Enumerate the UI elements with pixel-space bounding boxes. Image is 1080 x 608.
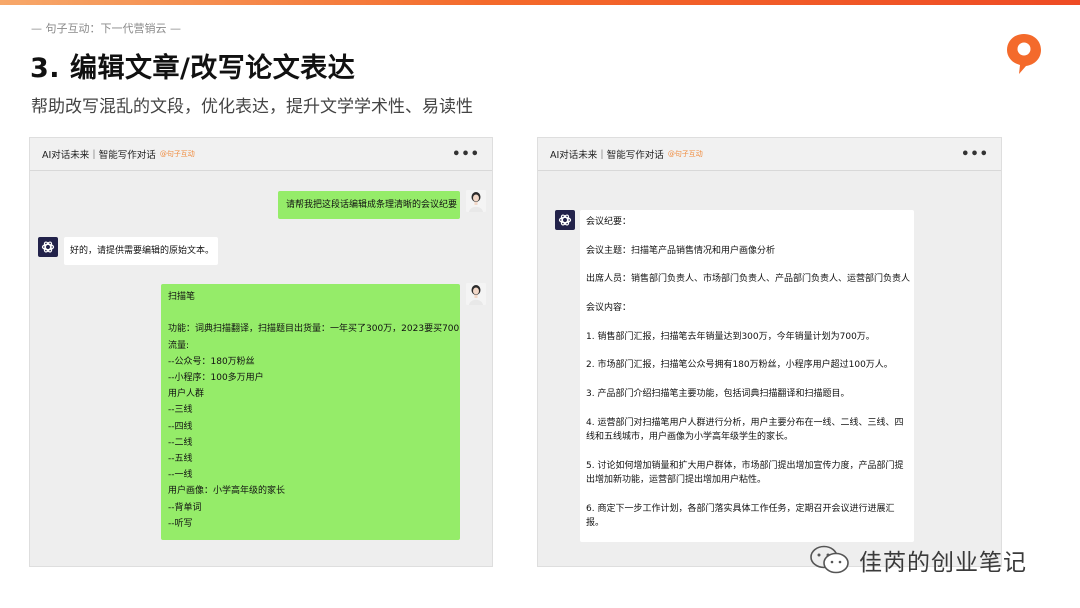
message-line: 用户画像：小学高年级的家长	[168, 486, 286, 497]
message-line: 用户人群	[168, 389, 205, 400]
page-title: 3. 编辑文章/改写论文表达	[30, 53, 356, 84]
chat-brand-label: @句子互动	[159, 150, 195, 158]
chat-panel-left: AI对话未来｜智能写作对话 @句子互动 ••• 请帮我把这段话编辑成条理清晰的会…	[29, 137, 493, 567]
message-text: 请帮我把这段话编辑成条理清晰的会议纪要	[286, 200, 458, 210]
message-line: 功能：词典扫描翻译，扫描题目出货量：一年买了300万，2023要买700	[168, 324, 460, 335]
message-line: 3. 产品部门介绍扫描笔主要功能，包括词典扫描翻译和扫描题目。	[586, 389, 850, 400]
more-dots-icon[interactable]: •••	[961, 147, 989, 162]
message-line: 5. 讨论如何增加销量和扩大用户群体，市场部门提出增加宣传力度，产品部门提	[586, 460, 904, 471]
message-line	[586, 315, 908, 329]
message-line: 1. 销售部门汇报，扫描笔去年销量达到300万，今年销量计划为700万。	[586, 331, 875, 342]
message-line	[586, 229, 908, 243]
message-line: 扫描笔	[168, 292, 196, 302]
chat-header: AI对话未来｜智能写作对话 @句子互动 •••	[30, 138, 492, 171]
openai-icon	[555, 210, 575, 230]
message-line: --四线	[168, 421, 193, 432]
message-line: 会议内容：	[586, 303, 632, 314]
message-line: --二线	[168, 437, 193, 448]
chat-header: AI对话未来｜智能写作对话 @句子互动 •••	[538, 138, 1001, 171]
speech-bubble-logo-icon	[1007, 34, 1041, 74]
tagline: — 句子互动：下一代营销云 —	[31, 22, 181, 35]
user-message-bubble: 扫描笔 功能：词典扫描翻译，扫描题目出货量：一年买了300万，2023要买700…	[161, 284, 460, 540]
message-line	[586, 344, 908, 358]
message-line: 出增加新功能，运营部门提出增加用户粘性。	[586, 475, 767, 486]
message-line	[586, 373, 908, 387]
message-line: 6. 商定下一步工作计划，各部门落实具体工作任务，定期召开会议进行进展汇	[586, 503, 895, 514]
message-line: --背单词	[168, 502, 202, 513]
message-line: 线和五线城市，用户画像为小学高年级学生的家长。	[586, 432, 794, 443]
user-avatar-icon	[466, 190, 486, 212]
message-line	[586, 488, 908, 502]
message-line: --公众号：180万粉丝	[168, 356, 255, 367]
message-line: --听写	[168, 518, 193, 529]
message-line: --小程序：100多万用户	[168, 373, 264, 384]
message-line	[586, 401, 908, 415]
bot-message-bubble: 好的，请提供需要编辑的原始文本。	[64, 237, 218, 265]
chat-brand-label: @句子互动	[667, 150, 703, 158]
user-message-bubble: 请帮我把这段话编辑成条理清晰的会议纪要	[278, 191, 460, 219]
message-line: --一线	[168, 470, 193, 481]
message-line	[168, 305, 453, 321]
wechat-icon	[810, 545, 849, 574]
message-line	[586, 258, 908, 272]
watermark: 佳芮的创业笔记	[809, 543, 1027, 577]
message-line: 出席人员：销售部门负责人、市场部门负责人、产品部门负责人、运营部门负责人	[586, 274, 911, 285]
bot-message-bubble: 会议纪要： 会议主题：扫描笔产品销售情况和用户画像分析 出席人员：销售部门负责人…	[580, 210, 914, 542]
message-line: 2. 市场部门汇报，扫描笔公众号拥有180万粉丝，小程序用户超过100万人。	[586, 360, 893, 371]
message-line: 4. 运营部门对扫描笔用户人群进行分析，用户主要分布在一线、二线、三线、四	[586, 417, 904, 428]
message-line: 会议纪要：	[586, 217, 632, 227]
message-line	[586, 287, 908, 301]
openai-icon	[38, 237, 58, 257]
page-subtitle: 帮助改写混乱的文段，优化表达，提升文学学术性、易读性	[31, 97, 473, 117]
message-line: 流量:	[168, 340, 190, 351]
message-line: --三线	[168, 405, 193, 416]
message-line: 报。	[586, 518, 605, 529]
chat-title: AI对话未来｜智能写作对话	[42, 150, 156, 161]
top-accent-bar	[0, 0, 1080, 5]
chat-panel-right: AI对话未来｜智能写作对话 @句子互动 ••• 会议纪要： 会议主题：扫描笔产品…	[537, 137, 1002, 567]
message-line: 会议主题：扫描笔产品销售情况和用户画像分析	[586, 245, 776, 256]
watermark-text: 佳芮的创业笔记	[859, 550, 1027, 576]
message-line: --五线	[168, 454, 193, 465]
user-avatar-icon	[466, 283, 486, 305]
chat-title: AI对话未来｜智能写作对话	[550, 150, 664, 161]
message-text: 好的，请提供需要编辑的原始文本。	[70, 246, 215, 256]
message-line	[586, 445, 908, 459]
more-dots-icon[interactable]: •••	[452, 147, 480, 162]
